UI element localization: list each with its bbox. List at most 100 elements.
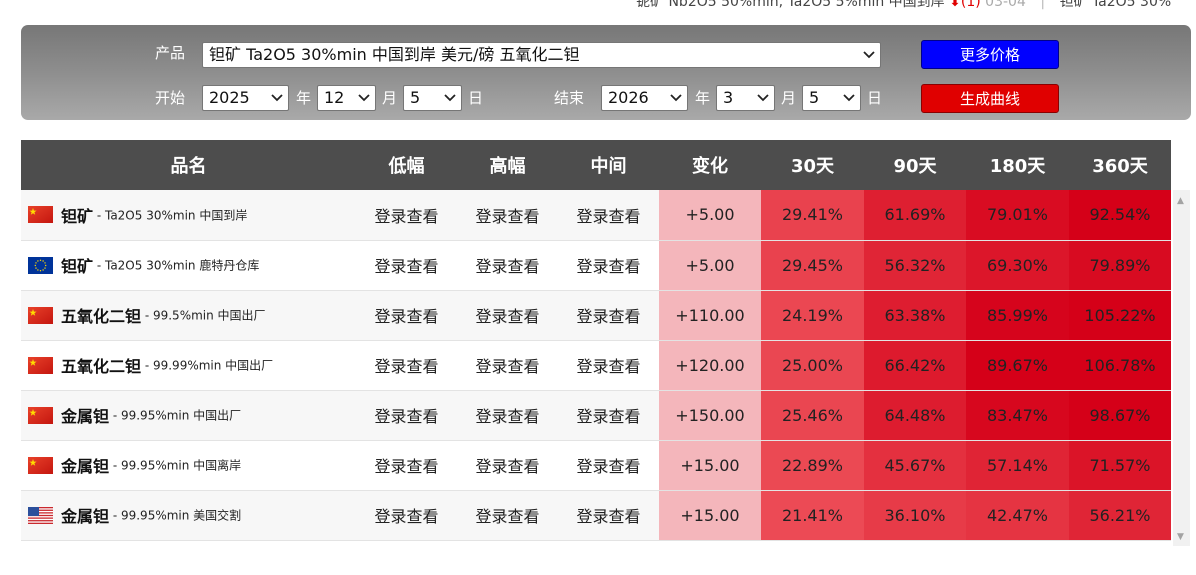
end-day-select[interactable]: 5 <box>802 85 861 111</box>
login-to-view-link[interactable]: 登录查看 <box>475 407 539 426</box>
product-name[interactable]: 五氧化二钽 <box>61 357 141 376</box>
generate-curve-button[interactable]: 生成曲线 <box>921 84 1059 113</box>
login-to-view-link[interactable]: 登录查看 <box>576 307 640 326</box>
login-to-view-link[interactable]: 登录查看 <box>374 457 438 476</box>
percent-change-d30-cell: 24.19% <box>761 290 864 341</box>
login-to-view-link[interactable]: 登录查看 <box>374 357 438 376</box>
login-to-view-link[interactable]: 登录查看 <box>576 507 640 526</box>
price-low-cell[interactable]: 登录查看 <box>356 290 457 341</box>
price-low-cell[interactable]: 登录查看 <box>356 240 457 291</box>
change-cell: +150.00 <box>659 390 761 441</box>
price-low-cell[interactable]: 登录查看 <box>356 490 457 541</box>
product-name-cell[interactable]: 五氧化二钽 - 99.99%min 中国出厂 <box>21 340 356 391</box>
login-to-view-link[interactable]: 登录查看 <box>475 457 539 476</box>
price-high-cell[interactable]: 登录查看 <box>457 240 558 291</box>
price-high-cell[interactable]: 登录查看 <box>457 340 558 391</box>
end-year-select[interactable]: 2026 <box>601 85 688 111</box>
table-row[interactable]: 五氧化二钽 - 99.5%min 中国出厂 登录查看 登录查看 登录查看 +110.00… <box>21 290 1171 341</box>
login-to-view-link[interactable]: 登录查看 <box>576 407 640 426</box>
percent-change-d360-cell: 92.54% <box>1069 190 1171 241</box>
login-to-view-link[interactable]: 登录查看 <box>475 357 539 376</box>
table-row[interactable]: 金属钽 - 99.95%min 中国出厂 登录查看 登录查看 登录查看 +150.00 2… <box>21 390 1171 441</box>
login-to-view-link[interactable]: 登录查看 <box>475 207 539 226</box>
price-mid-cell[interactable]: 登录查看 <box>558 440 659 491</box>
start-year-select[interactable]: 2025 <box>202 85 289 111</box>
ticker-item-spec[interactable]: Ta2O5 30% <box>1092 0 1171 10</box>
product-name[interactable]: 钽矿 <box>61 207 93 226</box>
login-to-view-link[interactable]: 登录查看 <box>576 357 640 376</box>
login-to-view-link[interactable]: 登录查看 <box>374 207 438 226</box>
table-row[interactable]: 钽矿 - Ta2O5 30%min 中国到岸 登录查看 登录查看 登录查看 +5.00 2… <box>21 190 1171 241</box>
price-low-cell[interactable]: 登录查看 <box>356 190 457 241</box>
login-to-view-link[interactable]: 登录查看 <box>475 507 539 526</box>
chevron-down-icon <box>670 86 682 102</box>
start-day-value: 5 <box>410 88 421 107</box>
price-mid-cell[interactable]: 登录查看 <box>558 390 659 441</box>
start-day-select[interactable]: 5 <box>403 85 462 111</box>
product-spec: - 99.5%min 中国出厂 <box>141 308 266 323</box>
start-month-select[interactable]: 12 <box>317 85 376 111</box>
product-name-cell[interactable]: 金属钽 - 99.95%min 美国交割 <box>21 490 356 541</box>
percent-change-d30-cell: 25.46% <box>761 390 864 441</box>
table-row[interactable]: 五氧化二钽 - 99.99%min 中国出厂 登录查看 登录查看 登录查看 +120.0… <box>21 340 1171 391</box>
product-name[interactable]: 金属钽 <box>61 457 109 476</box>
product-select[interactable]: 钽矿 Ta2O5 30%min 中国到岸 美元/磅 五氧化二钽 <box>202 42 881 68</box>
product-name[interactable]: 金属钽 <box>61 407 109 426</box>
product-name-cell[interactable]: 五氧化二钽 - 99.5%min 中国出厂 <box>21 290 356 341</box>
percent-change-d360-cell: 106.78% <box>1069 340 1171 391</box>
price-high-cell[interactable]: 登录查看 <box>457 290 558 341</box>
chevron-down-icon <box>757 86 769 102</box>
scroll-up-arrow-icon[interactable]: ▲ <box>1177 196 1184 206</box>
price-low-cell[interactable]: 登录查看 <box>356 390 457 441</box>
login-to-view-link[interactable]: 登录查看 <box>374 307 438 326</box>
login-to-view-link[interactable]: 登录查看 <box>576 457 640 476</box>
table-row[interactable]: 金属钽 - 99.95%min 美国交割 登录查看 登录查看 登录查看 +15.00 21… <box>21 490 1171 541</box>
table-row[interactable]: 金属钽 - 99.95%min 中国离岸 登录查看 登录查看 登录查看 +15.00 22… <box>21 440 1171 491</box>
table-body: 钽矿 - Ta2O5 30%min 中国到岸 登录查看 登录查看 登录查看 +5.00 2… <box>21 190 1171 541</box>
price-mid-cell[interactable]: 登录查看 <box>558 290 659 341</box>
percent-change-d360-cell: 56.21% <box>1069 490 1171 541</box>
price-high-cell[interactable]: 登录查看 <box>457 190 558 241</box>
price-mid-cell[interactable]: 登录查看 <box>558 190 659 241</box>
price-high-cell[interactable]: 登录查看 <box>457 490 558 541</box>
login-to-view-link[interactable]: 登录查看 <box>475 307 539 326</box>
login-to-view-link[interactable]: 登录查看 <box>576 257 640 276</box>
price-low-cell[interactable]: 登录查看 <box>356 340 457 391</box>
login-to-view-link[interactable]: 登录查看 <box>374 507 438 526</box>
china-flag-icon <box>28 305 61 324</box>
scroll-down-arrow-icon[interactable]: ▼ <box>1177 532 1184 542</box>
login-to-view-link[interactable]: 登录查看 <box>374 257 438 276</box>
product-name[interactable]: 金属钽 <box>61 507 109 526</box>
change-cell: +5.00 <box>659 190 761 241</box>
percent-change-d180-cell: 57.14% <box>966 440 1069 491</box>
ticker-item-spec[interactable]: Nb2O5 50%min, Ta2O5 5%min 中国到岸 <box>668 0 944 10</box>
price-mid-cell[interactable]: 登录查看 <box>558 340 659 391</box>
percent-change-d360-cell: 98.67% <box>1069 390 1171 441</box>
product-name[interactable]: 五氧化二钽 <box>61 307 141 326</box>
percent-change-d30-cell: 25.00% <box>761 340 864 391</box>
login-to-view-link[interactable]: 登录查看 <box>374 407 438 426</box>
product-spec: - Ta2O5 30%min 中国到岸 <box>93 208 248 223</box>
chevron-down-icon <box>271 86 283 102</box>
product-name-cell[interactable]: 钽矿 - Ta2O5 30%min 中国到岸 <box>21 190 356 241</box>
product-name-cell[interactable]: 金属钽 - 99.95%min 中国离岸 <box>21 440 356 491</box>
price-high-cell[interactable]: 登录查看 <box>457 440 558 491</box>
price-high-cell[interactable]: 登录查看 <box>457 390 558 441</box>
product-spec: - 99.95%min 中国出厂 <box>109 408 242 423</box>
us-flag-icon <box>28 505 61 524</box>
table-row[interactable]: 钽矿 - Ta2O5 30%min 鹿特丹仓库 登录查看 登录查看 登录查看 +5.00… <box>21 240 1171 291</box>
column-header: 品名 <box>21 140 356 190</box>
price-mid-cell[interactable]: 登录查看 <box>558 240 659 291</box>
product-name[interactable]: 钽矿 <box>61 257 93 276</box>
price-low-cell[interactable]: 登录查看 <box>356 440 457 491</box>
login-to-view-link[interactable]: 登录查看 <box>576 207 640 226</box>
end-month-select[interactable]: 3 <box>716 85 775 111</box>
product-name-cell[interactable]: 钽矿 - Ta2O5 30%min 鹿特丹仓库 <box>21 240 356 291</box>
percent-change-d30-cell: 29.45% <box>761 240 864 291</box>
product-name-cell[interactable]: 金属钽 - 99.95%min 中国出厂 <box>21 390 356 441</box>
login-to-view-link[interactable]: 登录查看 <box>475 257 539 276</box>
more-prices-button[interactable]: 更多价格 <box>921 40 1059 69</box>
percent-change-d90-cell: 64.48% <box>864 390 966 441</box>
scrollbar[interactable]: ▲ ▼ <box>1173 190 1190 546</box>
price-mid-cell[interactable]: 登录查看 <box>558 490 659 541</box>
